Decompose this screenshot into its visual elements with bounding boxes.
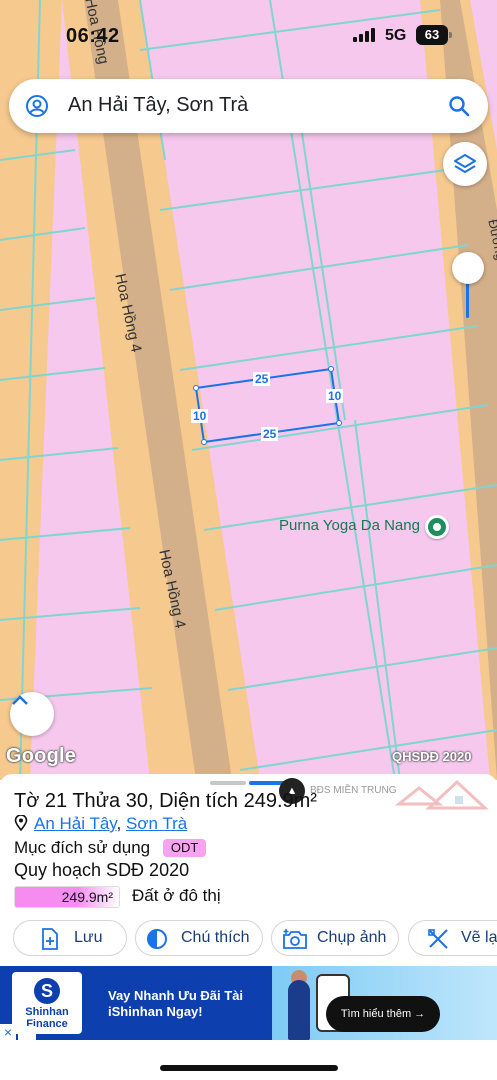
account-icon[interactable] (25, 94, 49, 118)
parcel-dim-top: 25 (253, 372, 271, 386)
save-button[interactable]: Lưu (13, 920, 127, 956)
layers-icon (454, 154, 476, 173)
opacity-slider[interactable] (451, 250, 485, 320)
parcel-location: An Hải Tây, Sơn Trà (14, 814, 187, 834)
save-label: Lưu (74, 929, 103, 946)
parcel-dim-bottom: 25 (261, 427, 279, 441)
note-label: Chú thích (181, 929, 250, 946)
draw-tools-icon (428, 929, 448, 949)
search-icon[interactable] (448, 95, 470, 117)
watermark-text: BĐS MIỀN TRUNG (310, 785, 397, 796)
ad-brand-logo: Shinhan Finance (12, 972, 82, 1034)
location-pin-icon (14, 815, 28, 831)
ad-person-body (288, 980, 310, 1040)
map-layer-credit: QHSDĐ 2020 (392, 749, 472, 764)
ad-cta-button[interactable]: Tìm hiểu thêm → (326, 996, 440, 1032)
contrast-icon (147, 929, 167, 949)
location-separator: , (116, 814, 126, 833)
ad-close-icon[interactable]: × (0, 1024, 16, 1040)
google-logo: Google (6, 745, 77, 767)
ad-headline: Vay Nhanh Ưu Đãi Tài iShinhan Ngay! (108, 988, 243, 1020)
search-input[interactable]: An Hải Tây, Sơn Trà (68, 94, 248, 117)
ad-choices-icon[interactable] (18, 1026, 36, 1040)
camera-add-icon (283, 929, 307, 949)
poi-label: Purna Yoga Da Nang (279, 517, 420, 534)
sheet-drag-handle[interactable] (210, 781, 246, 785)
battery-icon: 63 (416, 25, 452, 45)
ad-banner[interactable]: Shinhan Finance Vay Nhanh Ưu Đãi Tài iSh… (0, 966, 497, 1040)
search-bar[interactable]: An Hải Tây, Sơn Trà (9, 79, 488, 133)
redraw-label: Vẽ lại (461, 929, 497, 946)
district-link[interactable]: Sơn Trà (126, 814, 187, 833)
parcel-info-sheet[interactable]: ▲ BĐS MIỀN TRUNG Tờ 21 Thửa 30, Diện tíc… (0, 774, 497, 966)
photo-button[interactable]: Chụp ảnh (271, 920, 399, 956)
status-bar: 06:42 5G 63 (0, 0, 497, 72)
action-button-row: Lưu Chú thích Chụp ảnh Vẽ lại (0, 920, 497, 960)
network-type: 5G (385, 27, 407, 44)
parcel-title: Tờ 21 Thửa 30, Diện tích 249.9m² (14, 790, 317, 812)
home-indicator[interactable] (160, 1065, 338, 1071)
parcel-dim-right: 10 (326, 389, 344, 403)
map-pin-icon (425, 515, 449, 539)
status-time: 06:42 (66, 25, 120, 47)
photo-label: Chụp ảnh (317, 929, 387, 946)
expand-up-button[interactable] (10, 692, 54, 736)
home-indicator-area (0, 1040, 497, 1080)
redraw-button[interactable]: Vẽ lại (408, 920, 497, 956)
note-button[interactable]: Chú thích (135, 920, 263, 956)
slider-thumb[interactable] (452, 252, 484, 284)
shinhan-logo-icon (34, 978, 60, 1004)
usage-code-badge: ODT (162, 839, 207, 857)
ad-headline-line1: Vay Nhanh Ưu Đãi Tài (108, 988, 244, 1003)
ad-brand-line1: Shinhan (25, 1006, 69, 1018)
area-value-chip: 249.9m² (14, 886, 120, 908)
add-document-icon (42, 928, 58, 950)
usage-label: Mục đích sử dụng (14, 838, 151, 857)
chevron-up-icon (12, 695, 28, 705)
usage-row: Mục đích sử dụng ODT (14, 838, 207, 858)
parcel-dim-left: 10 (191, 409, 209, 423)
land-type-description: Đất ở đô thị (132, 886, 221, 905)
layers-button[interactable] (443, 142, 487, 186)
ad-headline-line2: iShinhan Ngay! (108, 1004, 203, 1019)
ward-link[interactable]: An Hải Tây (34, 814, 117, 833)
plan-label: Quy hoạch SDĐ 2020 (14, 860, 190, 880)
signal-icon (353, 28, 377, 42)
